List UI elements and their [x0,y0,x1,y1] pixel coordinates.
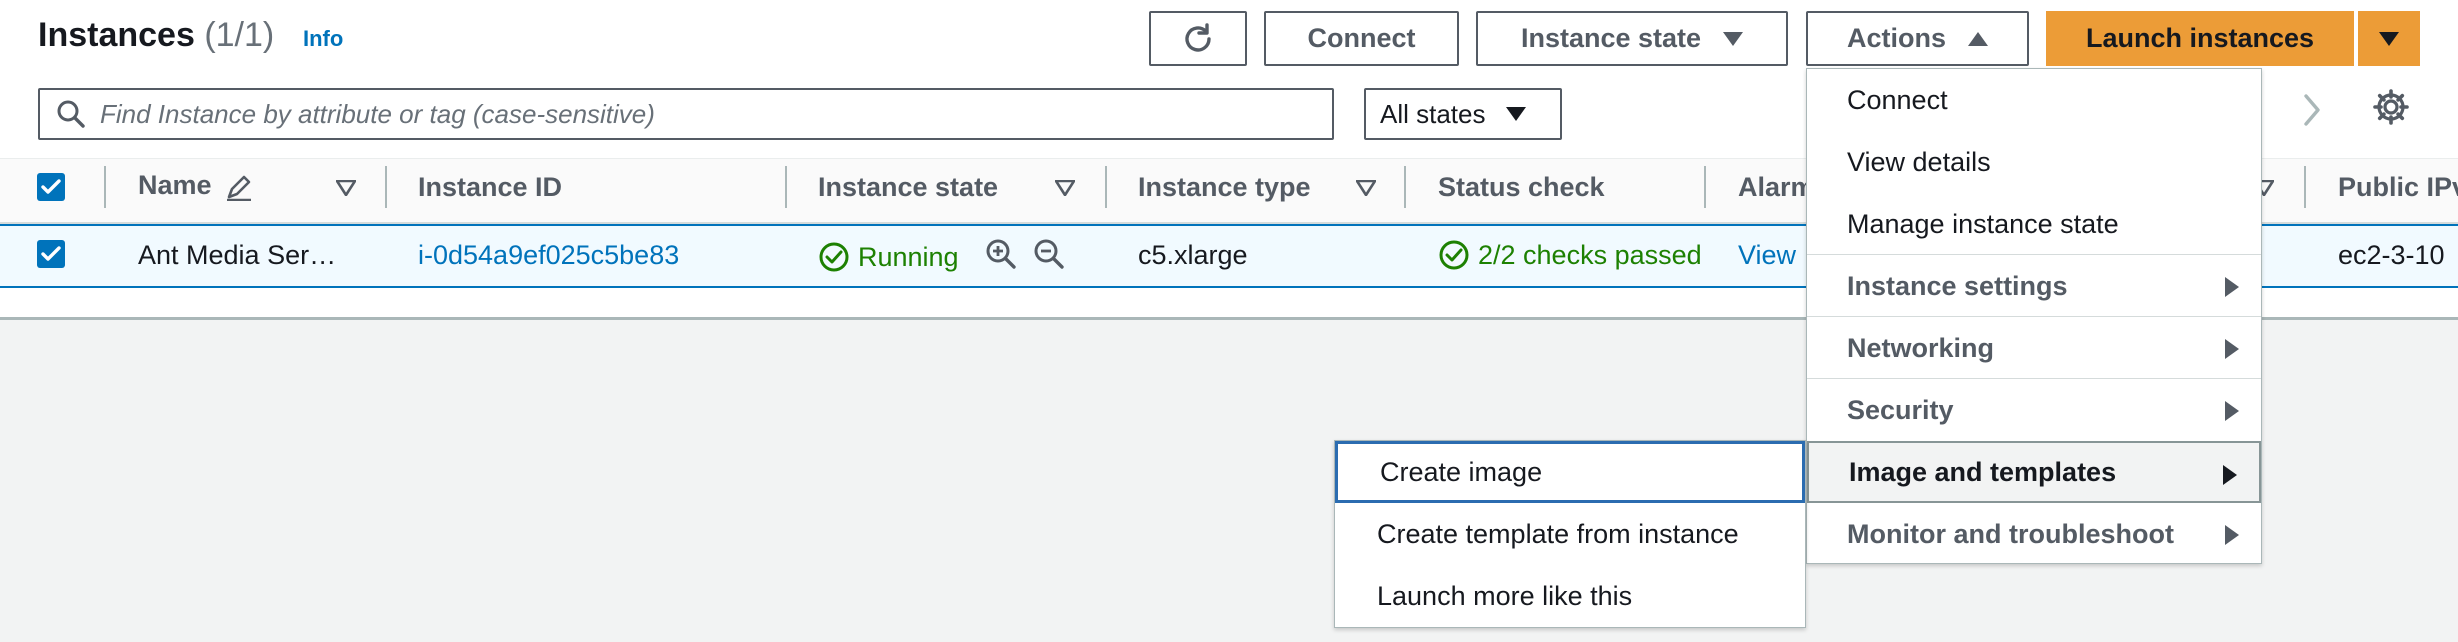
menu-group-label: Instance settings [1847,270,2068,301]
column-filter-icon[interactable] [1356,180,1376,196]
column-header-instance-state[interactable]: Instance state [818,172,998,203]
instance-count: (1/1) [204,16,275,54]
submenu-item-create-image[interactable]: Create image [1335,441,1805,503]
menu-group-label: Monitor and troubleshoot [1847,518,2174,549]
preferences-button[interactable] [2372,88,2410,131]
chevron-right-icon [2304,94,2320,126]
gear-icon [2373,89,2409,125]
zoom-out-icon[interactable] [1033,238,1065,270]
caret-right-icon [2225,401,2239,421]
caret-down-icon [2379,31,2399,46]
select-all-checkbox[interactable] [37,173,65,201]
column-header-name[interactable]: Name [138,170,253,202]
instance-type-value: c5.xlarge [1138,240,1248,270]
column-separator [385,166,387,208]
menu-item-label: View details [1847,146,1991,177]
refresh-icon [1185,22,1211,52]
status-check-text: 2/2 checks passed [1478,239,1702,270]
launch-instances-button[interactable]: Launch instances [2046,11,2354,66]
submenu-item-label: Launch more like this [1377,580,1633,611]
menu-group-label: Image and templates [1849,456,2117,487]
column-header-public-ip[interactable]: Public IPv [2338,172,2458,203]
connect-button[interactable]: Connect [1264,11,1459,66]
menu-group-instance-settings[interactable]: Instance settings [1807,255,2261,317]
menu-group-monitor-and-troubleshoot[interactable]: Monitor and troubleshoot [1807,503,2261,565]
column-header-status-check[interactable]: Status check [1438,172,1605,203]
column-filter-icon[interactable] [336,180,356,196]
page-title-text: Instances [38,16,195,54]
state-filter-select[interactable]: All states [1364,88,1562,140]
page-title: Instances (1/1) [38,16,274,55]
instance-state-button[interactable]: Instance state [1476,11,1788,66]
caret-right-icon [2225,525,2239,545]
column-separator [1404,166,1406,208]
state-filter-value: All states [1380,98,1486,129]
info-link[interactable]: Info [303,26,343,52]
column-filter-icon[interactable] [1055,180,1075,196]
menu-item-label: Manage instance state [1847,208,2119,239]
menu-item-label: Connect [1847,84,1948,115]
column-separator [785,166,787,208]
search-icon [57,100,85,128]
caret-up-icon [1968,31,1988,46]
menu-item-manage-instance-state[interactable]: Manage instance state [1807,193,2261,255]
caret-right-icon [2225,339,2239,359]
menu-group-security[interactable]: Security [1807,379,2261,441]
edit-pencil-icon [227,175,252,202]
search-input[interactable]: Find Instance by attribute or tag (case-… [38,88,1334,140]
actions-button-label: Actions [1846,23,1946,53]
refresh-button[interactable] [1149,11,1247,66]
public-ip-value: ec2-3-10 [2338,240,2445,270]
menu-group-networking[interactable]: Networking [1807,317,2261,379]
image-templates-submenu: Create image Create template from instan… [1334,440,1806,628]
check-icon [41,179,61,194]
caret-down-icon [1723,31,1744,46]
instance-state-value: Running [818,241,959,273]
column-separator [104,166,106,208]
alarm-view-link[interactable]: View [1738,240,1796,271]
success-check-icon [819,242,849,272]
search-placeholder: Find Instance by attribute or tag (case-… [100,98,655,129]
caret-right-icon [2225,277,2239,297]
submenu-item-label: Create template from instance [1377,518,1739,549]
row-checkbox[interactable] [37,240,65,268]
menu-item-view-details[interactable]: View details [1807,131,2261,193]
instance-name: Ant Media Ser… [138,240,337,270]
column-separator [1704,166,1706,208]
submenu-item-launch-more-like-this[interactable]: Launch more like this [1335,565,1805,627]
launch-instances-label: Launch instances [2085,23,2315,53]
instance-state-label: Instance state [1520,23,1702,53]
column-header-label: Name [138,170,212,200]
menu-group-label: Networking [1847,332,1995,363]
submenu-item-label: Create image [1380,456,1543,487]
column-header-alarm[interactable]: Alarm [1738,172,1815,203]
connect-button-label: Connect [1307,23,1416,53]
caret-down-icon [1505,107,1526,121]
column-separator [1105,166,1107,208]
status-check-value: 2/2 checks passed [1438,239,1702,271]
column-header-instance-type[interactable]: Instance type [1138,172,1311,203]
submenu-item-create-template[interactable]: Create template from instance [1335,503,1805,565]
column-separator [2304,166,2306,208]
menu-group-image-and-templates[interactable]: Image and templates [1807,441,2261,503]
instance-state-text: Running [858,241,959,272]
next-page-button[interactable] [2300,90,2324,135]
instance-id-link[interactable]: i-0d54a9ef025c5be83 [418,240,679,271]
launch-dropdown-button[interactable] [2358,11,2420,66]
column-header-instance-id[interactable]: Instance ID [418,172,562,203]
caret-right-icon [2223,465,2237,485]
zoom-in-icon[interactable] [985,238,1017,270]
menu-item-connect[interactable]: Connect [1807,69,2261,131]
menu-group-label: Security [1847,394,1954,425]
actions-menu: Connect View details Manage instance sta… [1806,68,2262,564]
check-icon [41,246,61,261]
actions-button[interactable]: Actions [1806,11,2029,66]
success-check-icon [1439,240,1469,270]
